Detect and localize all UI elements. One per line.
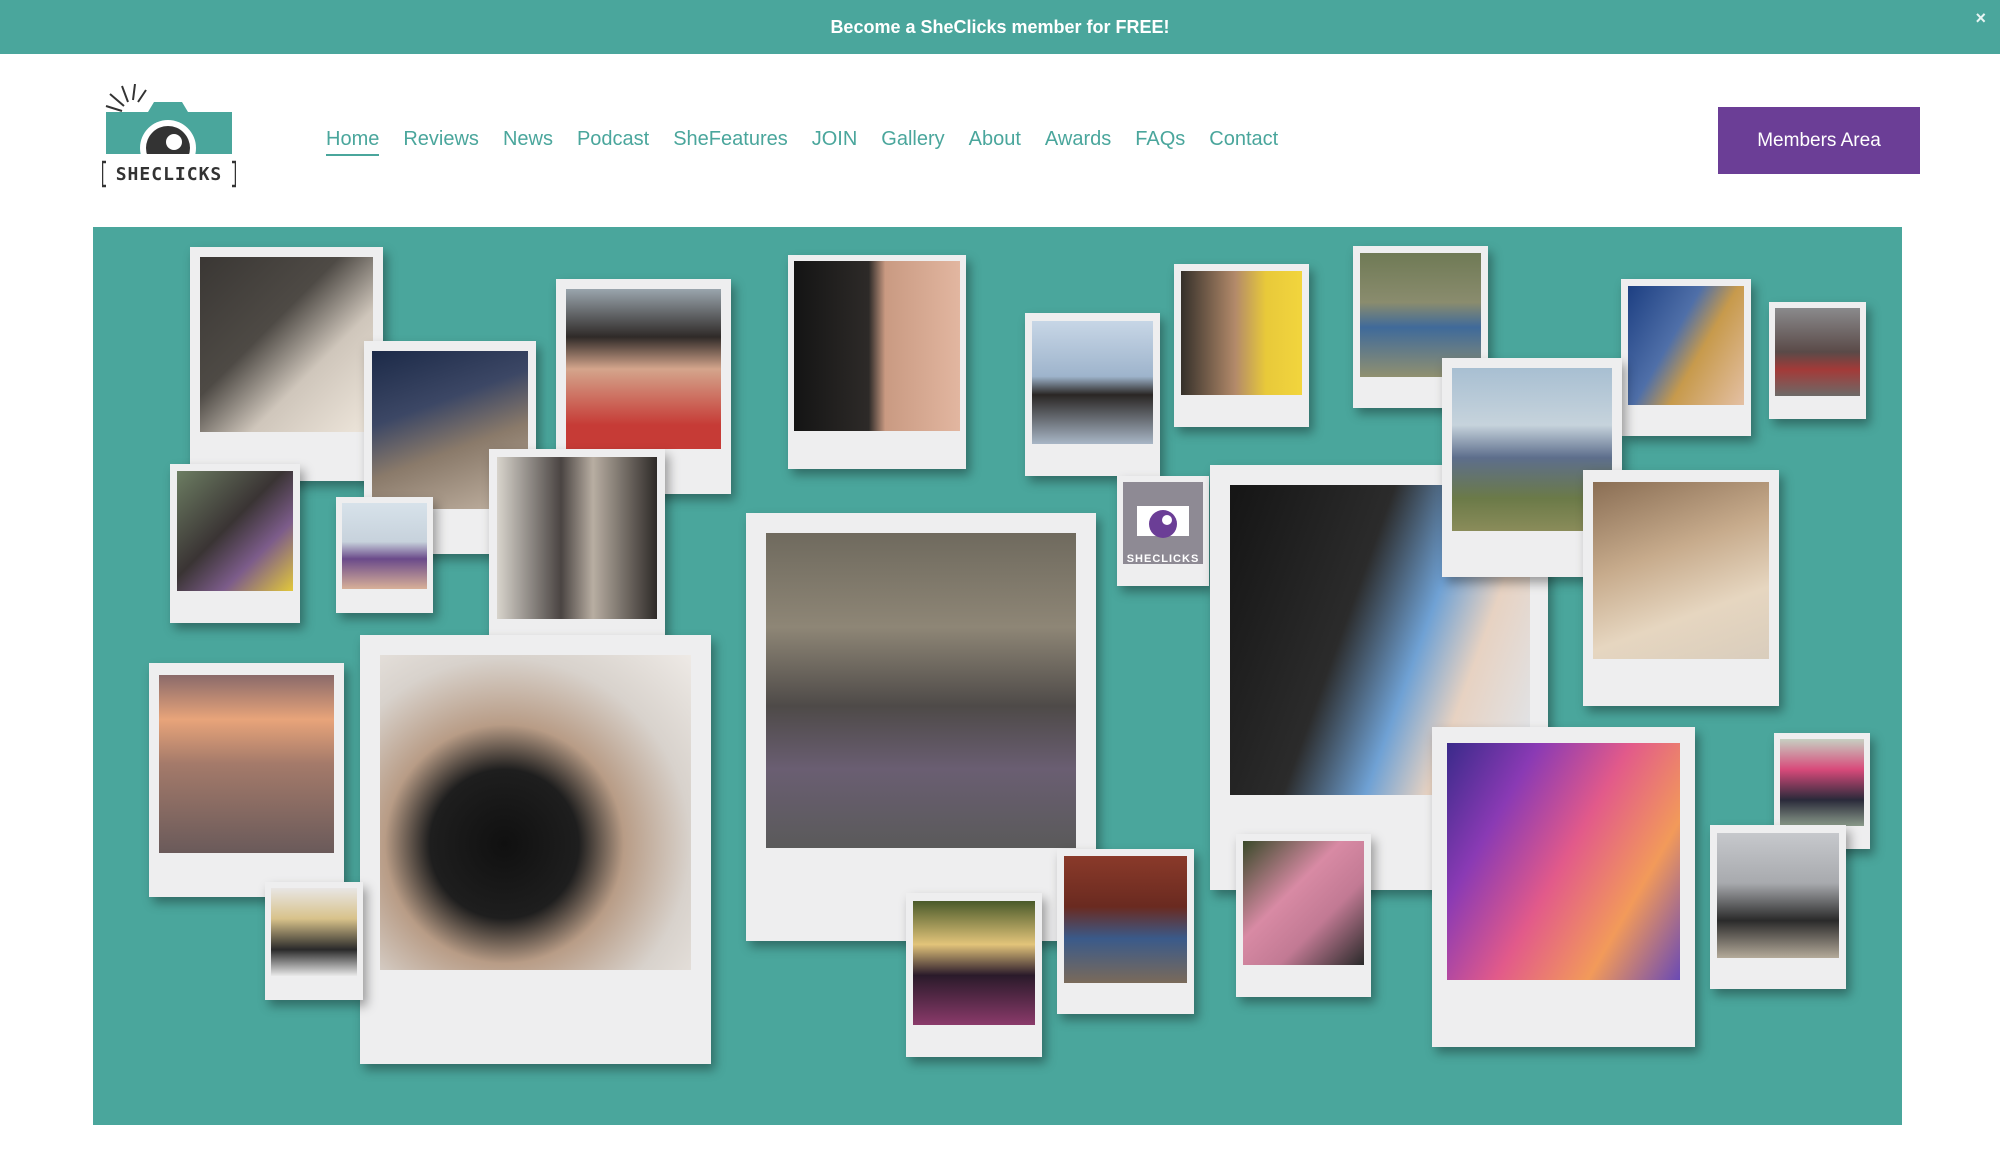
photo-stairs-hair: [1583, 470, 1779, 706]
mini-logo-icon: [1137, 506, 1189, 538]
nav-shefeatures[interactable]: SheFeatures: [673, 128, 788, 156]
photo-sheclicks-mini: SHECLICKS: [1117, 476, 1209, 586]
photo-purple-hat: [336, 497, 433, 613]
nav-news[interactable]: News: [503, 128, 553, 156]
photo-promenade-sunset: [149, 663, 344, 897]
photo-arctic-woman: [1025, 313, 1160, 476]
main-nav: Home Reviews News Podcast SheFeatures JO…: [326, 128, 1302, 156]
mini-logo-text: SHECLICKS: [1126, 553, 1200, 565]
photo-helmet-woman: [1621, 279, 1751, 436]
photo-framed-portrait: [190, 247, 383, 481]
photo-archway: [1057, 849, 1194, 1014]
photo-dog-woman-eyes: [788, 255, 966, 469]
site-logo[interactable]: SHECLICKS: [100, 83, 238, 196]
nav-faqs[interactable]: FAQs: [1135, 128, 1185, 156]
nav-gallery[interactable]: Gallery: [881, 128, 944, 156]
photo-blonde-portrait: [265, 882, 363, 1000]
photo-flower-bouquet: [906, 893, 1042, 1057]
nav-home[interactable]: Home: [326, 128, 380, 156]
announcement-bar: Become a SheClicks member for FREE! ×: [0, 0, 2000, 54]
nav-about[interactable]: About: [969, 128, 1021, 156]
photo-canon-camera-closeup: [360, 635, 711, 1064]
nav-podcast[interactable]: Podcast: [577, 128, 649, 156]
photo-group-cliff: [746, 513, 1096, 941]
nav-awards[interactable]: Awards: [1045, 128, 1111, 156]
photo-rainbow-walkway: [1432, 727, 1695, 1047]
photo-pink-flowers: [1236, 834, 1371, 997]
announcement-text[interactable]: Become a SheClicks member for FREE!: [830, 17, 1169, 38]
photo-beach-tripod: [1710, 825, 1846, 989]
logo-wordmark: SHECLICKS: [115, 164, 223, 185]
photo-woman-child-bus: [170, 464, 300, 623]
photo-gallery-wall: [489, 449, 665, 665]
nav-reviews[interactable]: Reviews: [403, 128, 479, 156]
photo-street-red-coat: [1769, 302, 1866, 419]
members-area-button[interactable]: Members Area: [1718, 107, 1920, 174]
photo-yellow-flowers: [1174, 264, 1309, 427]
close-icon[interactable]: ×: [1975, 8, 1986, 29]
hero-collage: SHECLICKS: [93, 227, 1902, 1125]
nav-contact[interactable]: Contact: [1209, 128, 1278, 156]
nav-join[interactable]: JOIN: [812, 128, 858, 156]
